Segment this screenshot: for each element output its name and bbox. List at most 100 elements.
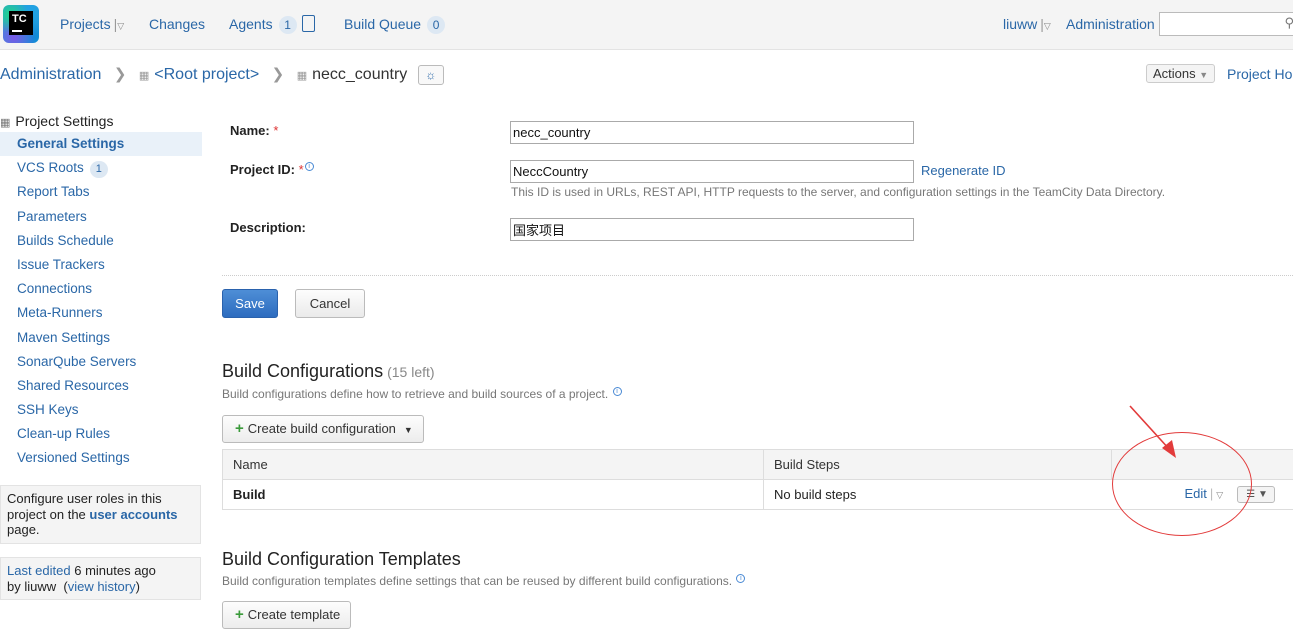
breadcrumb-administration[interactable]: Administration [0,66,101,83]
info-icon[interactable]: i [305,162,314,171]
sidebar-item-clean-up-rules[interactable]: Clean-up Rules [0,422,202,446]
cancel-button[interactable]: Cancel [295,289,365,318]
vcs-roots-count-badge: 1 [90,161,108,178]
sidebar-item-vcs-roots[interactable]: VCS Roots 1 [0,156,202,180]
sidebar-item-maven-settings[interactable]: Maven Settings [0,326,202,350]
chevron-down-icon[interactable]: ▽ [1044,21,1051,31]
configs-left-count: (15 left) [387,364,434,380]
create-template-label[interactable]: Create template [248,607,341,622]
project-id-label-text: Project ID: [230,162,295,177]
build-config-steps: No build steps [764,480,1112,510]
create-template-button[interactable]: + Create template [222,601,351,629]
nav-agents[interactable]: Agents 1 [229,16,315,34]
sidebar: ▦ Project Settings General Settings VCS R… [0,110,202,471]
chevron-right-icon: ❯ [114,66,127,83]
nav-projects[interactable]: Projects|▽ [60,16,124,32]
description-label: Description: [230,220,306,235]
last-edited-by: by liuww [7,579,56,594]
name-label-text: Name: [230,123,270,138]
edit-history-note: Last edited 6 minutes ago by liuww (view… [0,557,201,600]
sidebar-item-meta-runners[interactable]: Meta-Runners [0,301,202,325]
project-grid-icon: ▦ [297,70,307,82]
nav-build-queue-label[interactable]: Build Queue [344,16,421,32]
sidebar-heading: ▦ Project Settings [0,110,202,132]
project-grid-icon: ▦ [0,117,10,129]
breadcrumb-root-project[interactable]: <Root project> [154,66,259,83]
sidebar-item-sonarqube-servers[interactable]: SonarQube Servers [0,350,202,374]
sidebar-item-label[interactable]: VCS Roots [17,160,84,175]
nav-changes[interactable]: Changes [149,16,205,32]
user-menu[interactable]: liuww|▽ [1003,16,1051,32]
breadcrumb-current-project: necc_country [312,66,407,83]
column-header-name: Name [223,450,764,480]
search-icon[interactable]: ⚲ [1284,15,1293,31]
caret-down-icon: ▼ [1199,70,1208,80]
user-name[interactable]: liuww [1003,16,1037,32]
templates-description: Build configuration templates define set… [222,574,745,588]
sidebar-heading-label: Project Settings [15,113,113,129]
project-grid-icon: ▦ [139,70,149,82]
sidebar-item-builds-schedule[interactable]: Builds Schedule [0,229,202,253]
actions-button[interactable]: Actions ▼ [1146,64,1215,83]
templates-title: Build Configuration Templates [222,549,461,570]
build-configurations-description: Build configurations define how to retri… [222,387,622,401]
project-id-field[interactable] [510,160,914,183]
sidebar-item-connections[interactable]: Connections [0,277,202,301]
paren-close: ) [136,579,140,594]
required-mark: * [273,123,278,138]
top-header: TC Projects|▽ Changes Agents 1 Build Queu… [0,0,1293,50]
chevron-down-icon[interactable]: ▽ [117,21,124,31]
save-button[interactable]: Save [222,289,278,318]
templates-description-text: Build configuration templates define set… [222,574,732,588]
lightbulb-icon[interactable]: ☼ [418,65,444,85]
view-history-link[interactable]: view history [68,579,136,594]
regenerate-id-link[interactable]: Regenerate ID [921,163,1006,178]
logo-bar [12,30,22,32]
caret-down-icon[interactable]: ▼ [404,425,413,435]
teamcity-logo[interactable]: TC [3,5,39,43]
nav-agents-label[interactable]: Agents [229,16,273,32]
user-accounts-link[interactable]: user accounts [89,507,177,522]
logo-text: TC [12,13,27,25]
sidebar-item-general-settings[interactable]: General Settings [0,132,202,156]
agent-icon [302,15,315,32]
last-edited-link[interactable]: Last edited [7,563,71,578]
nav-build-queue[interactable]: Build Queue 0 [344,16,445,34]
build-configurations-title: Build Configurations(15 left) [222,361,435,382]
plus-icon: + [235,420,244,437]
breadcrumb: Administration ❯ ▦ <Root project> ❯ ▦ necc… [0,65,444,85]
nav-administration[interactable]: Administration [1066,16,1155,32]
last-edited-time: 6 minutes ago [71,563,156,578]
info-icon[interactable]: i [736,574,745,583]
chevron-right-icon: ❯ [272,66,285,83]
nav-projects-label[interactable]: Projects [60,16,111,32]
sidebar-item-issue-trackers[interactable]: Issue Trackers [0,253,202,277]
build-queue-count-badge: 0 [427,16,445,34]
actions-label[interactable]: Actions [1153,66,1196,81]
project-id-label: Project ID: *i [230,162,314,177]
user-roles-note: Configure user roles in this project on … [0,485,201,544]
build-config-name[interactable]: Build [223,480,764,510]
sidebar-item-shared-resources[interactable]: Shared Resources [0,374,202,398]
column-header-build-steps: Build Steps [764,450,1112,480]
description-field[interactable] [510,218,914,241]
project-home-link[interactable]: Project Home [1227,66,1293,82]
logo-mark: TC [9,11,33,35]
project-id-hint: This ID is used in URLs, REST API, HTTP … [511,185,1165,199]
sidebar-item-ssh-keys[interactable]: SSH Keys [0,398,202,422]
required-mark: * [299,162,304,177]
sidebar-item-report-tabs[interactable]: Report Tabs [0,180,202,204]
search-input[interactable]: ⚲ [1159,12,1293,36]
create-build-configuration-label[interactable]: Create build configuration [248,421,396,436]
plus-icon: + [235,606,244,623]
sidebar-item-parameters[interactable]: Parameters [0,205,202,229]
name-label: Name: * [230,123,278,138]
create-build-configuration-button[interactable]: + Create build configuration ▼ [222,415,424,443]
name-field[interactable] [510,121,914,144]
build-configurations-heading: Build Configurations [222,361,383,381]
info-icon[interactable]: i [613,387,622,396]
sidebar-item-versioned-settings[interactable]: Versioned Settings [0,446,202,470]
roles-note-text-end: page. [7,522,40,537]
agents-count-badge: 1 [279,16,297,34]
build-configurations-description-text: Build configurations define how to retri… [222,387,608,401]
